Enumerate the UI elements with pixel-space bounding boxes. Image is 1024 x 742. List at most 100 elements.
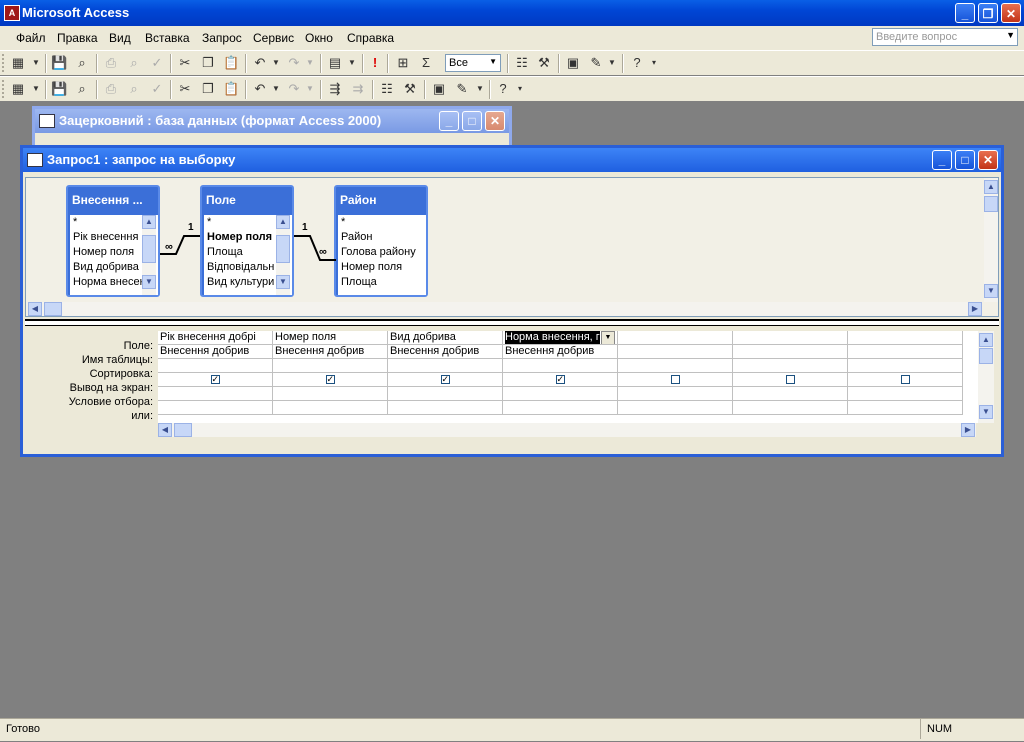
grid-cell-or[interactable] — [273, 401, 388, 415]
grid-cell-or[interactable] — [848, 401, 963, 415]
field-item[interactable]: Рік внесення — [73, 230, 138, 245]
grid-cell-sort[interactable] — [618, 359, 733, 373]
field-item[interactable]: Номер поля — [341, 260, 402, 275]
table-pane-hscroll[interactable]: ◀ ▶ — [28, 302, 982, 316]
help-search-input[interactable]: Введите вопрос ▼ — [872, 28, 1018, 46]
grid-column[interactable]: Норма внесення, г ▼ Внесення добрив ✓ — [503, 331, 618, 423]
scroll-left-icon[interactable]: ◀ — [158, 423, 172, 437]
grid-cell-show[interactable] — [733, 373, 848, 387]
grid-cell-sort[interactable] — [158, 359, 273, 373]
close-button[interactable]: ✕ — [1001, 3, 1021, 23]
chevron-down-icon[interactable]: ▼ — [1006, 30, 1015, 40]
grid-cell-or[interactable] — [158, 401, 273, 415]
save-icon[interactable]: 💾 — [51, 81, 67, 97]
table-box-raion[interactable]: Район * Район Голова району Номер поля П… — [334, 185, 428, 297]
grid-cell-criteria[interactable] — [158, 387, 273, 401]
grid-vscroll[interactable]: ▲ ▼ — [978, 331, 994, 423]
show-checkbox[interactable]: ✓ — [325, 375, 335, 384]
menu-window[interactable]: Окно — [305, 31, 333, 45]
grid-cell-show[interactable]: ✓ — [273, 373, 388, 387]
run-icon[interactable]: ! — [367, 55, 383, 71]
scroll-up-icon[interactable]: ▲ — [979, 333, 993, 347]
query-type-icon[interactable]: ▤ — [327, 55, 343, 71]
grid-cell-show[interactable] — [848, 373, 963, 387]
print-icon[interactable]: ⎙ — [103, 55, 119, 71]
grid-cell-field[interactable]: Номер поля — [273, 331, 388, 345]
grid-column[interactable]: Номер поля Внесення добрив ✓ — [273, 331, 388, 423]
copy-icon[interactable]: ❐ — [200, 81, 216, 97]
menu-view[interactable]: Вид — [109, 31, 131, 45]
grid-cell-field[interactable] — [618, 331, 733, 345]
table-title[interactable]: Район — [340, 193, 424, 207]
paste-icon[interactable]: 📋 — [223, 55, 239, 71]
field-item[interactable]: Голова району — [341, 245, 416, 260]
scroll-left-icon[interactable]: ◀ — [28, 302, 42, 316]
toolbar-options-icon[interactable]: ▾ — [646, 55, 662, 71]
menu-insert[interactable]: Вставка — [145, 31, 190, 45]
restore-button[interactable]: ❐ — [978, 3, 998, 23]
new-object-dropdown-icon[interactable]: ▼ — [604, 55, 620, 71]
grid-column[interactable]: Рік внесення добрі Внесення добрив ✓ — [158, 331, 273, 423]
grid-cell-table[interactable]: Внесення добрив — [503, 345, 618, 359]
table-title[interactable]: Внесення ... — [72, 193, 156, 207]
field-item[interactable]: Площа — [341, 275, 377, 290]
menu-edit[interactable]: Правка — [57, 31, 98, 45]
table-title[interactable]: Поле — [206, 193, 290, 207]
save-icon[interactable]: 💾 — [51, 55, 67, 71]
show-checkbox[interactable]: ✓ — [555, 375, 565, 384]
database-window-icon[interactable]: ▣ — [565, 55, 581, 71]
selected-field-text[interactable]: Норма внесення, г — [505, 331, 600, 344]
undo-dropdown-icon[interactable]: ▼ — [268, 81, 284, 97]
grid-cell-table[interactable]: Внесення добрив — [273, 345, 388, 359]
build-icon[interactable]: ⚒ — [536, 55, 552, 71]
grid-cell-table[interactable] — [848, 345, 963, 359]
access-key-icon[interactable]: A — [4, 5, 20, 21]
field-item[interactable]: Вид добрива — [73, 260, 139, 275]
maximize-button[interactable]: □ — [955, 150, 975, 170]
cut-icon[interactable]: ✂ — [177, 81, 193, 97]
query-type-dropdown-icon[interactable]: ▼ — [344, 55, 360, 71]
view-dropdown-icon[interactable]: ▼ — [28, 81, 44, 97]
grid-cell-field[interactable] — [733, 331, 848, 345]
scroll-up-icon[interactable]: ▲ — [142, 215, 156, 229]
copy-icon[interactable]: ❐ — [200, 55, 216, 71]
scroll-down-icon[interactable]: ▼ — [984, 284, 998, 298]
redo-icon[interactable]: ↷ — [286, 55, 302, 71]
cut-icon[interactable]: ✂ — [177, 55, 193, 71]
grid-cell-table[interactable]: Внесення добрив — [388, 345, 503, 359]
menu-query[interactable]: Запрос — [202, 31, 242, 45]
undo-icon[interactable]: ↶ — [252, 81, 268, 97]
field-item[interactable]: * — [73, 215, 77, 230]
print-icon[interactable]: ⎙ — [103, 81, 119, 97]
grid-cell-sort[interactable] — [503, 359, 618, 373]
grid-cell-or[interactable] — [388, 401, 503, 415]
menu-file[interactable]: Файл — [16, 31, 46, 45]
scroll-thumb[interactable] — [984, 196, 998, 212]
scroll-right-icon[interactable]: ▶ — [968, 302, 982, 316]
undo-dropdown-icon[interactable]: ▼ — [268, 55, 284, 71]
grid-cell-criteria[interactable] — [503, 387, 618, 401]
minimize-button[interactable]: _ — [932, 150, 952, 170]
grid-cell-show[interactable]: ✓ — [388, 373, 503, 387]
field-item[interactable]: Номер поля — [73, 245, 134, 260]
scroll-right-icon[interactable]: ▶ — [961, 423, 975, 437]
undo-icon[interactable]: ↶ — [252, 55, 268, 71]
help-icon[interactable]: ? — [629, 55, 645, 71]
grid-cell-criteria[interactable] — [733, 387, 848, 401]
grid-cell-sort[interactable] — [848, 359, 963, 373]
show-table-icon[interactable]: ⊞ — [395, 55, 411, 71]
delete-rows-icon[interactable]: ⇉ — [350, 81, 366, 97]
grid-cell-or[interactable] — [733, 401, 848, 415]
toolbar-options-icon[interactable]: ▾ — [512, 81, 528, 97]
grid-cell-field[interactable]: Вид добрива — [388, 331, 503, 345]
pane-splitter[interactable] — [25, 319, 999, 326]
search-file-icon[interactable]: ⌕ — [74, 81, 90, 97]
grid-cell-or[interactable] — [618, 401, 733, 415]
view-grid-icon[interactable]: ▦ — [10, 55, 26, 71]
grid-cell-sort[interactable] — [388, 359, 503, 373]
new-object-icon[interactable]: ✎ — [454, 81, 470, 97]
properties-icon[interactable]: ☷ — [379, 81, 395, 97]
spelling-icon[interactable]: ✓ — [149, 81, 165, 97]
minimize-button[interactable]: _ — [439, 111, 459, 131]
field-item[interactable]: Норма внесен — [73, 275, 146, 290]
